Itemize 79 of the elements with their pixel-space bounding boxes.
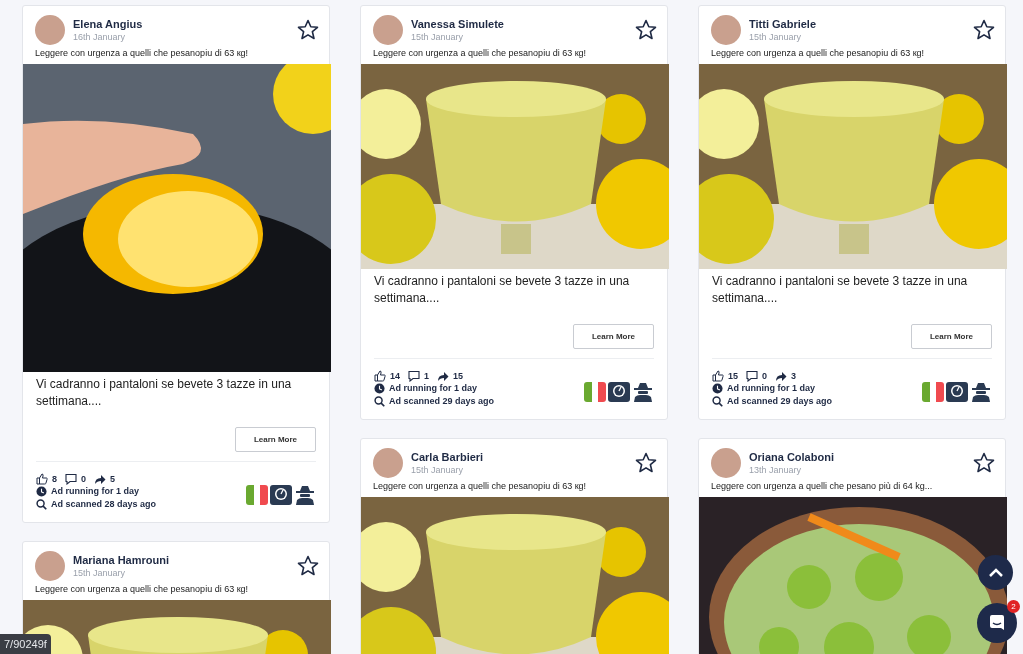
ad-running-text: Ad running for 1 day (727, 382, 815, 395)
avatar (35, 551, 65, 581)
chat-icon (988, 614, 1006, 632)
thumbs-up-icon (36, 473, 48, 485)
author-name: Mariana Hamrouni (73, 553, 170, 567)
star-icon[interactable] (973, 452, 995, 473)
notification-badge: 2 (1007, 600, 1020, 613)
star-icon[interactable] (635, 19, 657, 40)
avatar (373, 448, 403, 478)
ad-caption: Leggere con urgenza a quelli che pesanopiu di 63 кg! (372, 480, 588, 493)
like-count: 15 (728, 370, 738, 382)
star-icon[interactable] (297, 19, 319, 40)
post-date: 15th January (411, 31, 465, 43)
avatar (711, 15, 741, 45)
chevron-up-icon (987, 567, 1004, 578)
comment-icon (408, 370, 420, 382)
avatar (711, 448, 741, 478)
clock-icon (712, 383, 723, 394)
share-icon (775, 370, 788, 382)
ad-text: Vi cadranno i pantaloni se bevete 3 tazze in una settimana.... (35, 376, 293, 410)
share-icon (437, 370, 450, 382)
learn-more-button[interactable]: Learn More (911, 324, 992, 349)
ad-caption: Leggere con urgenza a quelli che pesanopiu di 63 кg! (34, 47, 250, 60)
post-date: 16th January (73, 31, 127, 43)
ad-scanned-text: Ad scanned 29 days ago (389, 395, 495, 408)
spy-icon (294, 485, 316, 505)
ad-text: Vi cadranno i pantaloni se bevete 3 tazze in una settimana.... (373, 273, 631, 307)
italy-flag-icon (922, 382, 944, 402)
ad-running-text: Ad running for 1 day (51, 485, 139, 498)
ad-text: Vi cadranno i pantaloni se bevete 3 tazze in una settimana.... (711, 273, 969, 307)
ad-scanned-text: Ad scanned 29 days ago (727, 395, 833, 408)
author-name: Carla Barbieri (411, 450, 485, 464)
italy-flag-icon (246, 485, 268, 505)
post-date: 15th January (73, 567, 127, 579)
spy-icon (970, 382, 992, 402)
share-count: 5 (110, 473, 116, 485)
share-count: 3 (791, 370, 797, 382)
comment-count: 0 (81, 473, 87, 485)
comment-count: 0 (762, 370, 768, 382)
like-count: 14 (390, 370, 400, 382)
ad-caption: Leggere con urgenza a quelli che pesanopiu di 63 кg! (34, 583, 250, 596)
search-icon (36, 499, 47, 510)
learn-more-button[interactable]: Learn More (573, 324, 654, 349)
share-count: 15 (453, 370, 464, 382)
ad-scanned-text: Ad scanned 28 days ago (51, 498, 157, 511)
comment-count: 1 (424, 370, 430, 382)
avatar (35, 15, 65, 45)
learn-more-button[interactable]: Learn More (235, 427, 316, 452)
scale-icon (946, 382, 968, 402)
comment-icon (65, 473, 77, 485)
post-date: 15th January (749, 31, 803, 43)
star-icon[interactable] (297, 555, 319, 576)
avatar (373, 15, 403, 45)
thumbs-up-icon (712, 370, 724, 382)
clock-icon (36, 486, 47, 497)
clock-icon (374, 383, 385, 394)
scale-icon (608, 382, 630, 402)
status-url: 7/90249f (0, 633, 51, 654)
post-date: 13th January (749, 464, 803, 476)
share-icon (94, 473, 107, 485)
author-name: Titti Gabriele (749, 17, 818, 31)
search-icon (374, 396, 385, 407)
author-name: Elena Angius (73, 17, 144, 31)
spy-icon (632, 382, 654, 402)
ad-running-text: Ad running for 1 day (389, 382, 477, 395)
search-icon (712, 396, 723, 407)
comment-icon (746, 370, 758, 382)
italy-flag-icon (584, 382, 606, 402)
star-icon[interactable] (973, 19, 995, 40)
thumbs-up-icon (374, 370, 386, 382)
like-count: 8 (52, 473, 57, 485)
ad-caption: Leggere con urgenza a quelli che pesanopiu di 63 кg! (710, 47, 926, 60)
scale-icon (270, 485, 292, 505)
author-name: Vanessa Simulete (411, 17, 505, 31)
ad-caption: Leggere con urgenza a quelli che pesanopiu di 63 кg! (372, 47, 588, 60)
ad-caption: Leggere con urgenza a quelli che pesano più di 64 kg... (710, 480, 934, 493)
post-date: 15th January (411, 464, 465, 476)
author-name: Oriana Colaboni (749, 450, 835, 464)
star-icon[interactable] (635, 452, 657, 473)
